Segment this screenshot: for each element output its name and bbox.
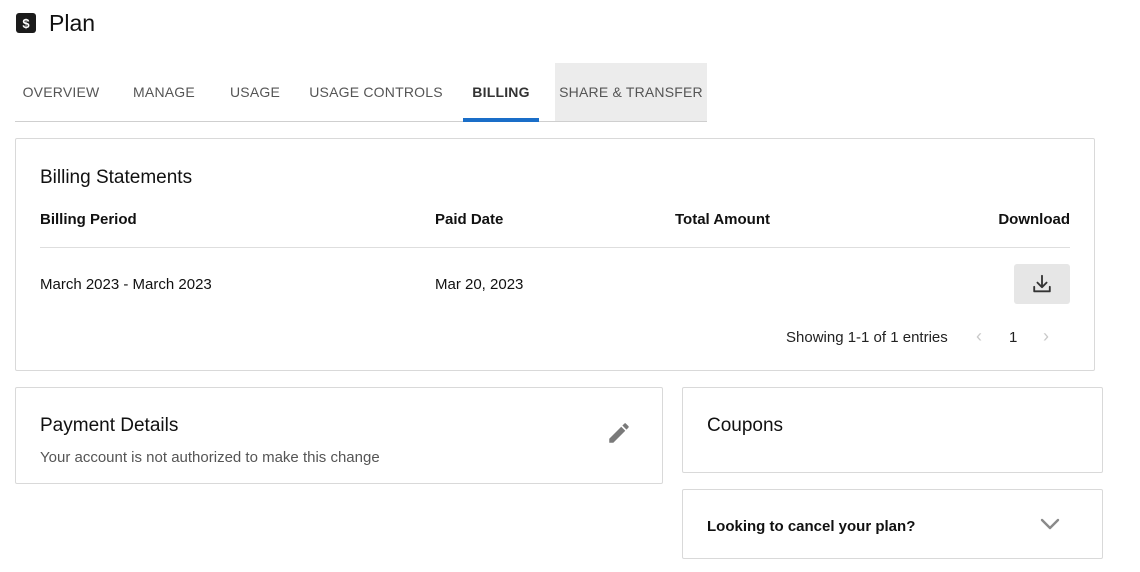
billing-statements-title: Billing Statements [40, 167, 193, 188]
column-header-download: Download [998, 211, 1070, 228]
dollar-badge-icon: $ [16, 13, 36, 33]
tab-usage-controls[interactable]: USAGE CONTROLS [305, 63, 447, 121]
dollar-glyph: $ [22, 15, 30, 31]
coupons-title: Coupons [707, 415, 784, 436]
tab-share-transfer[interactable]: SHARE & TRANSFER [555, 63, 707, 121]
payment-details-title: Payment Details [40, 415, 179, 436]
tab-manage[interactable]: MANAGE [123, 63, 205, 121]
pagination-next-icon[interactable]: › [1043, 326, 1049, 347]
download-button[interactable] [1014, 264, 1070, 304]
column-header-total-amount: Total Amount [675, 211, 770, 228]
column-header-billing-period: Billing Period [40, 211, 137, 228]
page-title: Plan [49, 9, 96, 36]
billing-statements-card: Billing Statements Billing Period Paid D… [15, 138, 1095, 371]
column-header-paid-date: Paid Date [435, 211, 504, 228]
coupons-card: Coupons [682, 387, 1103, 473]
pagination-page-1[interactable]: 1 [1009, 329, 1017, 346]
billing-period-cell: March 2023 - March 2023 [40, 276, 212, 293]
payment-details-note: Your account is not authorized to make t… [40, 449, 380, 466]
edit-payment-button[interactable] [606, 420, 632, 446]
paid-date-cell: Mar 20, 2023 [435, 276, 524, 293]
tab-usage[interactable]: USAGE [221, 63, 289, 121]
payment-details-card: Payment Details Your account is not auth… [15, 387, 663, 484]
tab-billing[interactable]: BILLING [463, 63, 539, 122]
cancel-plan-accordion[interactable]: Looking to cancel your plan? [682, 489, 1103, 559]
cancel-plan-label: Looking to cancel your plan? [707, 518, 916, 535]
tab-bar: OVERVIEW MANAGE USAGE USAGE CONTROLS BIL… [15, 63, 707, 122]
tab-overview[interactable]: OVERVIEW [15, 63, 107, 121]
page-header: $ Plan [16, 8, 95, 38]
table-header-divider [40, 247, 1070, 248]
pencil-icon [609, 423, 629, 443]
chevron-down-icon[interactable] [1040, 517, 1060, 531]
pagination-summary: Showing 1-1 of 1 entries [786, 329, 948, 346]
pagination-prev-icon[interactable]: ‹ [976, 326, 982, 347]
download-icon [1033, 274, 1051, 293]
